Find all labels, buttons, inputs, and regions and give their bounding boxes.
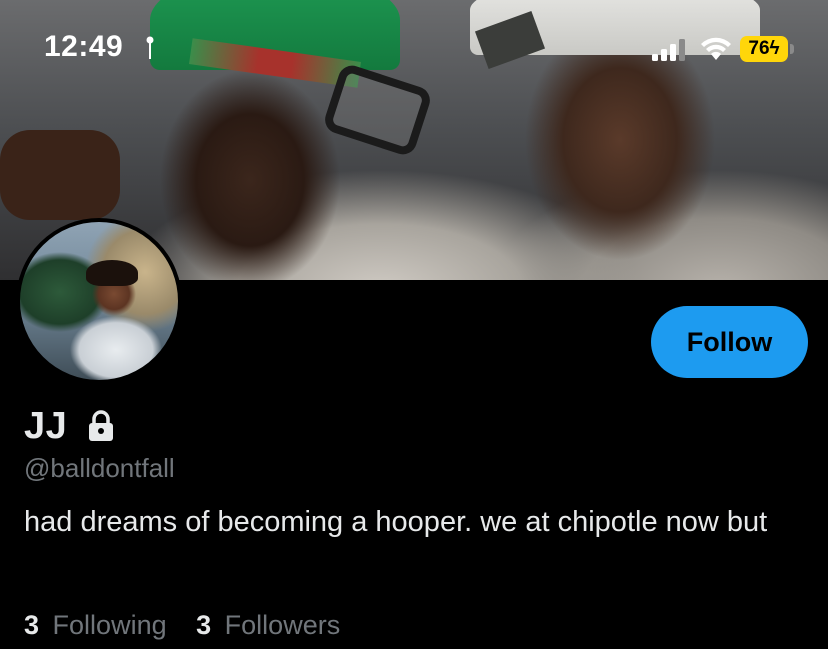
charging-icon: ϟ — [769, 38, 780, 59]
following-link[interactable]: 3 Following — [24, 610, 167, 641]
battery-level: 76 — [748, 38, 770, 59]
followers-count: 3 — [196, 610, 212, 640]
following-label: Following — [52, 610, 167, 640]
profile-screen: 12:49 76ϟ Follow JJ @balldontfall had dr… — [0, 0, 828, 649]
follow-button[interactable]: Follow — [651, 306, 808, 378]
profile-avatar[interactable] — [16, 218, 182, 384]
banner-detail — [321, 62, 434, 158]
profile-stats: 3 Following 3 Followers — [24, 610, 362, 641]
status-time: 12:49 — [44, 30, 124, 63]
profile-display-name: JJ — [24, 405, 68, 447]
location-icon — [146, 36, 154, 59]
cellular-signal-icon — [652, 39, 685, 61]
wifi-icon — [701, 37, 731, 60]
avatar-detail — [86, 260, 138, 286]
lock-icon — [89, 410, 113, 441]
following-count: 3 — [24, 610, 40, 640]
battery-indicator: 76ϟ — [740, 36, 788, 62]
followers-link[interactable]: 3 Followers — [196, 610, 340, 641]
profile-bio: had dreams of becoming a hooper. we at c… — [24, 506, 768, 538]
battery-cap — [790, 44, 794, 54]
banner-detail — [0, 130, 120, 220]
profile-handle: @balldontfall — [24, 453, 175, 483]
followers-label: Followers — [224, 610, 341, 640]
